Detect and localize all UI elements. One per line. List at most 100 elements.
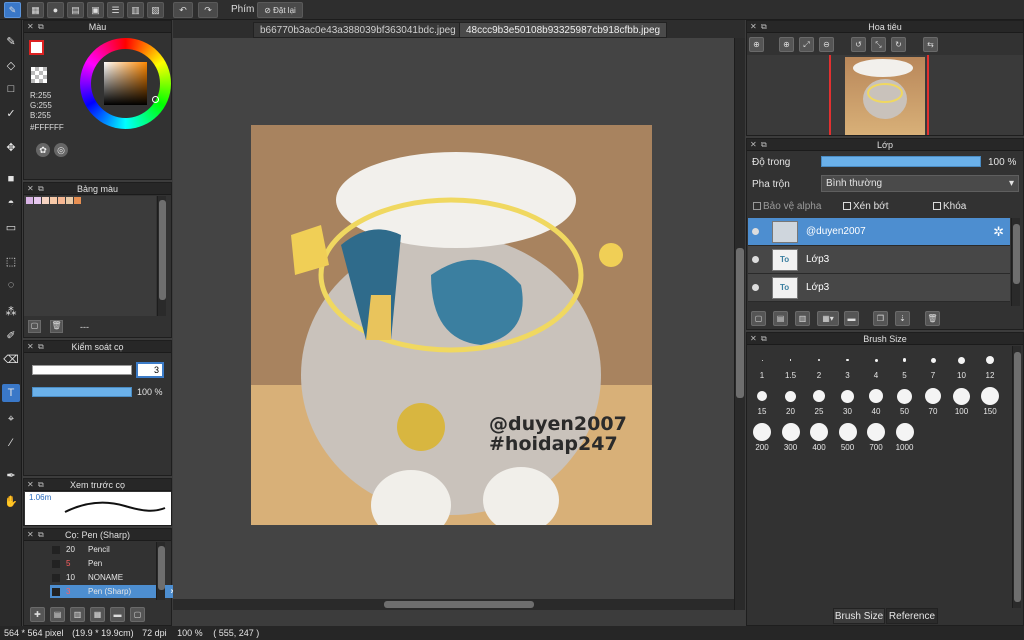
tab-reference[interactable]: Reference [886,608,938,624]
brush-paste-icon[interactable]: ▥ [70,607,85,622]
new-1bit-layer-icon[interactable]: ▥ [795,311,810,326]
brush-size-dot[interactable] [902,358,907,362]
brush-size-dot[interactable] [869,389,883,403]
close-icon[interactable]: ✕ [27,479,34,491]
merge-layer-icon[interactable]: ⇣ [895,311,910,326]
popout-icon[interactable]: ⧉ [38,183,44,195]
tab-brush-size[interactable]: Brush Size [833,608,885,624]
blend-mode-select[interactable]: Bình thường ▾ [821,175,1019,192]
new-halftone-layer-icon[interactable]: ▤ [773,311,788,326]
magic-wand-tool-icon[interactable]: ✓ [2,104,20,122]
brush-size-dot[interactable] [761,359,763,361]
brush-size-dot[interactable] [818,359,820,361]
brush-folder-icon[interactable]: ▬ [110,607,125,622]
layers-scrollbar[interactable] [1011,218,1020,306]
close-icon[interactable]: ✕ [750,21,757,33]
operation-tool-icon[interactable]: ⌖ [2,410,20,428]
new-swatch-icon[interactable]: ▢ [28,320,41,333]
text-tool-icon[interactable]: T [2,384,20,402]
gradient-tool-icon[interactable]: ▭ [2,218,20,236]
brush-size-dot[interactable] [874,358,878,362]
visibility-icon[interactable] [752,284,759,291]
popout-icon[interactable]: ⧉ [761,333,767,345]
swatch[interactable] [34,197,41,204]
swatch[interactable] [66,197,73,204]
chat-icon[interactable]: ● [47,2,64,18]
popout-icon[interactable]: ⧉ [761,139,767,151]
hand-tool-icon[interactable]: ✋ [2,492,20,510]
undo-icon[interactable]: ↶ [173,2,193,18]
transparent-color[interactable] [31,67,47,83]
lasso-tool-icon[interactable]: ◌ [2,276,20,294]
delete-swatch-icon[interactable]: 🗑 [50,320,63,333]
brush-size-dot[interactable] [867,423,885,441]
delete-layer-icon[interactable]: 🗑 [925,311,940,326]
popout-icon[interactable]: ⧉ [761,21,767,33]
brush-size-dot[interactable] [757,391,767,401]
reset-button[interactable]: ⊘ Đặt lại [257,2,303,18]
add-brush-icon[interactable]: ✚ [30,607,45,622]
brush-size-dot[interactable] [841,389,854,403]
window-panel-icon[interactable]: ▧ [147,2,164,18]
brush-size-input[interactable]: 3 [136,362,164,378]
zoom-out-icon[interactable]: ⊖ [819,37,834,52]
message-icon[interactable]: ▤ [67,2,84,18]
redo-icon[interactable]: ↷ [198,2,218,18]
color-settings-icon[interactable]: ◎ [54,143,68,157]
protect-alpha-checkbox[interactable] [753,202,761,210]
brush-tool-icon[interactable]: ✎ [2,32,20,50]
flip-icon[interactable]: ⇆ [923,37,938,52]
navigator-preview[interactable] [747,55,1023,135]
swatch[interactable] [74,197,81,204]
brush-size-dot[interactable] [986,356,994,364]
layer-row[interactable]: To Lớp3 [748,274,1010,302]
select-rect-icon[interactable]: ⬚ [2,252,20,270]
new-layer-icon[interactable]: ▢ [751,311,766,326]
zoom-in-icon[interactable]: ⊕ [749,37,764,52]
tab-document-1[interactable]: b66770b3ac0e43a388039bf363041bdc.jpeg [253,22,463,38]
brush-export-icon[interactable]: ▦ [90,607,105,622]
swatch[interactable] [42,197,49,204]
swatch[interactable] [58,197,65,204]
close-icon[interactable]: ✕ [27,21,34,33]
brush-size-dot[interactable] [925,388,941,404]
brush-size-dot[interactable] [953,387,970,405]
brush-size-dot[interactable] [958,356,965,364]
reset-view-icon[interactable]: ⤡ [871,37,886,52]
brush-size-dot[interactable] [810,423,828,441]
popout-icon[interactable]: ⧉ [38,341,44,353]
brush-size-dot[interactable] [897,388,912,404]
duplicate-layer-icon[interactable]: ❐ [873,311,888,326]
rotate-right-icon[interactable]: ↻ [891,37,906,52]
brush-mode-icon[interactable]: ✎ [4,2,21,18]
new-folder-icon[interactable]: ▬ [844,311,859,326]
layer-row[interactable]: @duyen2007 ✲ [748,218,1010,246]
visibility-icon[interactable] [752,228,759,235]
layer-row[interactable]: To Lớp3 [748,246,1010,274]
gear-icon[interactable]: ✲ [993,224,1004,240]
tab-document-2[interactable]: 48ccc9b3e50108b93325987cb918cfbb.jpeg [459,22,668,38]
brush-size-dot[interactable] [930,357,936,363]
brush-size-dot[interactable] [846,358,849,362]
brush-size-dot[interactable] [781,423,800,441]
lock-checkbox[interactable] [933,202,941,210]
brush-size-dot[interactable] [895,423,914,441]
close-icon[interactable]: ✕ [27,183,34,195]
brush-size-slider[interactable] [32,365,132,375]
grid-panel-icon[interactable]: ▥ [127,2,144,18]
eyedropper-tool-icon[interactable]: ⁄ [2,434,20,452]
brush-size-dot[interactable] [981,387,999,405]
zoom-fit-icon[interactable]: ⊕ [779,37,794,52]
select-pen-icon[interactable]: ✐ [2,326,20,344]
hue-marker[interactable] [152,96,159,103]
canvas-area[interactable]: To @duyen2007 #hoidap247 [173,38,745,610]
eraser-tool-icon[interactable]: ◇ [2,56,20,74]
canvas-horizontal-scrollbar[interactable] [173,599,734,610]
add-layer-menu-icon[interactable]: ▦▾ [817,311,839,326]
pen-tool-icon[interactable]: ✒ [2,466,20,484]
swatch[interactable] [50,197,57,204]
close-icon[interactable]: ✕ [27,341,34,353]
move-tool-icon[interactable]: ✥ [2,138,20,156]
brush-list-scrollbar[interactable] [156,542,165,600]
saturation-square[interactable] [104,62,147,105]
